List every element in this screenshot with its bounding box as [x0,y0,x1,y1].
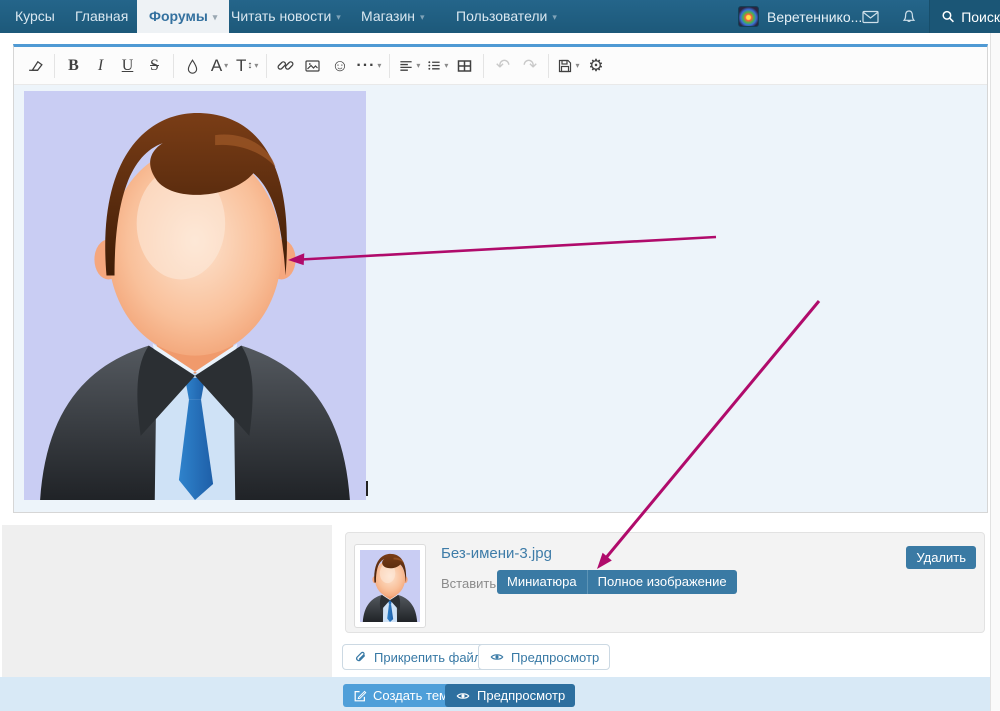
text-color-button[interactable] [179,52,206,80]
username: Веретеннико... [767,9,862,25]
emoticon-button[interactable]: ☺ [326,52,353,80]
chevron-down-icon: ▾ [213,12,218,22]
underline-button[interactable]: U [114,52,141,80]
top-nav: Курсы Главная Форумы ▾ Читать новости ▾ Ма… [0,0,1000,33]
nav-item-home[interactable]: Главная [75,0,128,33]
page: Курсы Главная Форумы ▾ Читать новости ▾ Ма… [0,0,1000,711]
search-button[interactable]: Поиск [930,0,1000,33]
bullet-list-icon [426,58,442,73]
envelope-icon [862,10,879,24]
font-color-button[interactable]: A▾ [206,52,233,80]
footer-preview-label: Предпросмотр [477,688,565,703]
search-label: Поиск [961,9,1000,25]
delete-attachment-button[interactable]: Удалить [906,546,976,569]
attachment-thumbnail-image [360,550,420,622]
businessman-image [24,91,366,500]
attachment-thumbnail[interactable] [354,544,426,628]
align-left-icon [398,58,414,73]
save-draft-button[interactable]: ▾ [554,52,582,80]
nav-item-store-label: Магазин [361,8,415,24]
toolbar-separator [483,54,484,78]
preview-label: Предпросмотр [511,650,599,665]
redo-button[interactable]: ↷ [516,52,543,80]
nav-item-forums-label: Форумы [149,8,208,24]
font-size-glyph: T [236,56,246,76]
toolbar-separator [266,54,267,78]
bold-button[interactable]: B [60,52,87,80]
eraser-icon [27,57,44,74]
nav-item-users-label: Пользователи [456,8,547,24]
font-size-button[interactable]: T↕▾ [233,52,261,80]
editor-toolbar: B I U S A▾ T↕▾ ☺ ···▾ [14,47,987,85]
toolbar-separator [548,54,549,78]
search-icon [941,9,955,24]
strikethrough-button[interactable]: S [141,52,168,80]
insert-image-button[interactable] [299,52,326,80]
editor-content-area[interactable] [14,85,987,513]
nav-item-store[interactable]: Магазин ▾ [361,0,425,33]
nav-item-forums[interactable]: Форумы ▾ [137,0,229,33]
inserted-image-businessman[interactable] [24,91,366,500]
avatar [738,6,759,27]
create-topic-label: Создать тему [373,688,455,703]
insert-thumbnail-button[interactable]: Миниатюра [497,570,587,594]
nav-item-news-label: Читать новости [231,8,331,24]
italic-button[interactable]: I [87,52,114,80]
chevron-down-icon: ▾ [552,12,557,22]
image-icon [304,58,321,74]
rich-text-editor: B I U S A▾ T↕▾ ☺ ···▾ [13,44,988,513]
more-glyph: ··· [356,57,375,75]
align-button[interactable]: ▾ [395,52,423,80]
paperclip-icon [353,650,368,665]
attach-files-label: Прикрепить файлы [374,650,491,665]
chevron-down-icon: ▾ [420,12,425,22]
attachment-row: Без-имени-3.jpg Вставить: Миниатюра Полн… [345,532,985,633]
footer-preview-button[interactable]: Предпросмотр [445,684,575,707]
text-cursor [366,481,368,496]
link-button[interactable] [272,52,299,80]
preview-button[interactable]: Предпросмотр [478,644,610,670]
toolbar-separator [54,54,55,78]
insert-full-image-button[interactable]: Полное изображение [587,570,737,594]
link-icon [277,57,294,74]
nav-item-news[interactable]: Читать новости ▾ [231,0,341,33]
messages-button[interactable] [862,0,879,33]
bottom-action-bar: Создать тему Предпросмотр [0,677,990,711]
save-icon [557,58,573,74]
insert-button-group: Миниатюра Полное изображение [497,570,737,594]
chevron-down-icon: ▾ [336,12,341,22]
chevron-down-icon: ▾ [224,61,228,70]
notifications-button[interactable] [901,0,917,33]
toolbar-separator [389,54,390,78]
user-menu[interactable]: Веретеннико... [738,0,862,33]
chevron-down-icon: ▾ [575,61,579,70]
chevron-down-icon: ▾ [416,61,420,70]
bell-icon [901,9,917,25]
eye-icon [489,650,505,664]
list-button[interactable]: ▾ [423,52,451,80]
toolbar-separator [173,54,174,78]
nav-item-users[interactable]: Пользователи ▾ [456,0,557,33]
remove-format-button[interactable] [22,52,49,80]
scrollbar[interactable] [990,33,1000,711]
droplet-icon [185,58,200,74]
eye-icon [455,689,471,703]
nav-item-courses[interactable]: Курсы [15,0,55,33]
chevron-down-icon: ▾ [254,61,258,70]
more-options-button[interactable]: ···▾ [353,52,384,80]
attachment-filename[interactable]: Без-имени-3.jpg [441,545,552,562]
undo-button[interactable]: ↶ [489,52,516,80]
form-left-area [2,525,332,677]
compose-icon [353,689,367,703]
chevron-down-icon: ▾ [377,61,381,70]
insert-label: Вставить: [441,573,500,595]
updown-arrow-icon: ↕ [247,60,252,71]
chevron-down-icon: ▾ [444,61,448,70]
table-button[interactable] [451,52,478,80]
font-color-glyph: A [211,56,222,76]
settings-button[interactable]: ⚙ [582,52,609,80]
table-icon [456,58,473,74]
